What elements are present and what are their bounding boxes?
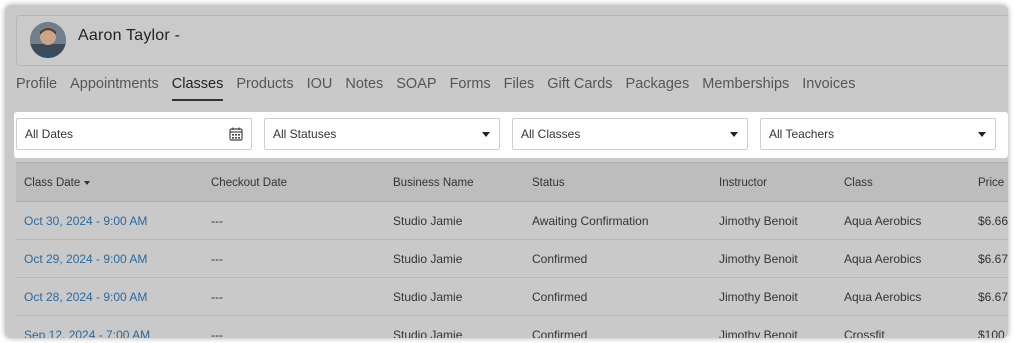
cell-status: Awaiting Confirmation [532, 214, 649, 228]
cell-class: Crossfit [844, 328, 885, 338]
cell-class: Aqua Aerobics [844, 252, 922, 266]
cell-status: Confirmed [532, 252, 588, 266]
cell-instructor: Jimothy Benoit [719, 252, 798, 266]
cell-price: $100 [978, 328, 1005, 338]
tab-files[interactable]: Files [504, 73, 535, 101]
caret-down-icon [978, 132, 986, 137]
cell-business-name: Studio Jamie [393, 252, 463, 266]
cell-class-date-link[interactable]: Oct 28, 2024 - 9:00 AM [24, 278, 147, 316]
client-profile-panel: Aaron Taylor - Profile Appointments Classe… [5, 5, 1008, 338]
class-filter[interactable]: All Classes [512, 118, 748, 150]
tab-memberships[interactable]: Memberships [702, 73, 789, 101]
cell-business-name: Studio Jamie [393, 290, 463, 304]
cell-business-name: Studio Jamie [393, 328, 463, 338]
table-row: Sep 12, 2024 - 7:00 AM --- Studio Jamie Con… [16, 316, 1008, 338]
column-header-checkout-date: Checkout Date [211, 177, 288, 189]
table-row: Oct 29, 2024 - 9:00 AM --- Studio Jamie Con… [16, 240, 1008, 278]
tab-products[interactable]: Products [236, 73, 293, 101]
column-header-class: Class [844, 177, 873, 189]
tab-classes[interactable]: Classes [171, 73, 224, 101]
status-filter[interactable]: All Statuses [264, 118, 500, 150]
caret-down-icon [730, 132, 738, 137]
client-name: Aaron Taylor - [78, 27, 181, 44]
class-date-header-label: Class Date [24, 177, 81, 189]
class-filter-label: All Classes [521, 127, 581, 141]
column-header-business-name: Business Name [393, 177, 474, 189]
cell-class-date-link[interactable]: Oct 29, 2024 - 9:00 AM [24, 240, 147, 278]
cell-class: Aqua Aerobics [844, 214, 922, 228]
tab-forms[interactable]: Forms [450, 73, 491, 101]
cell-instructor: Jimothy Benoit [719, 214, 798, 228]
client-header-card: Aaron Taylor - [16, 15, 1008, 66]
cell-checkout-date: --- [211, 328, 223, 338]
cell-instructor: Jimothy Benoit [719, 328, 798, 338]
table-row: Oct 30, 2024 - 9:00 AM --- Studio Jamie Awa… [16, 202, 1008, 240]
column-header-status: Status [532, 177, 565, 189]
cell-checkout-date: --- [211, 214, 223, 228]
cell-class-date-link[interactable]: Sep 12, 2024 - 7:00 AM [24, 316, 150, 338]
table-header: Class Date Checkout Date Business Name S… [16, 162, 1008, 202]
date-filter[interactable]: All Dates [16, 118, 252, 150]
classes-table-body: Oct 30, 2024 - 9:00 AM --- Studio Jamie Awa… [16, 202, 1008, 338]
column-header-class-date[interactable]: Class Date [24, 163, 91, 203]
cell-class: Aqua Aerobics [844, 290, 922, 304]
cell-status: Confirmed [532, 328, 588, 338]
status-filter-label: All Statuses [273, 127, 337, 141]
client-avatar [30, 22, 66, 58]
tab-gift-cards[interactable]: Gift Cards [547, 73, 612, 101]
tab-packages[interactable]: Packages [626, 73, 690, 101]
column-header-price: Price [978, 177, 1005, 189]
cell-price: $6.67 [978, 252, 1008, 266]
caret-down-icon [482, 132, 490, 137]
tab-iou[interactable]: IOU [307, 73, 333, 101]
cell-checkout-date: --- [211, 252, 223, 266]
tab-appointments[interactable]: Appointments [70, 73, 159, 101]
cell-class-date-link[interactable]: Oct 30, 2024 - 9:00 AM [24, 202, 147, 240]
profile-tabs: Profile Appointments Classes Products IOU Not… [16, 73, 868, 103]
cell-instructor: Jimothy Benoit [719, 290, 798, 304]
column-header-instructor: Instructor [719, 177, 767, 189]
teacher-filter-label: All Teachers [769, 127, 835, 141]
table-row: Oct 28, 2024 - 9:00 AM --- Studio Jamie Con… [16, 278, 1008, 316]
calendar-icon[interactable] [229, 127, 243, 141]
tab-invoices[interactable]: Invoices [802, 73, 855, 101]
tab-notes[interactable]: Notes [345, 73, 383, 101]
tab-soap[interactable]: SOAP [396, 73, 436, 101]
filter-bar: All Dates All Statuses All Classes All T… [14, 112, 1008, 158]
cell-checkout-date: --- [211, 290, 223, 304]
cell-price: $6.66 [978, 214, 1008, 228]
cell-status: Confirmed [532, 290, 588, 304]
date-filter-label: All Dates [25, 127, 74, 141]
sort-desc-icon [84, 180, 91, 185]
cell-business-name: Studio Jamie [393, 214, 463, 228]
cell-price: $6.67 [978, 290, 1008, 304]
teacher-filter[interactable]: All Teachers [760, 118, 996, 150]
tab-profile[interactable]: Profile [16, 73, 57, 101]
